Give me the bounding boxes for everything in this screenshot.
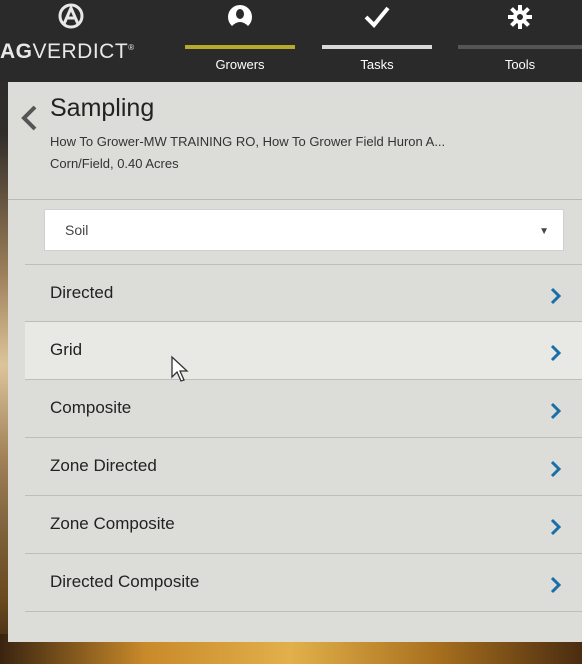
checkmark-icon — [364, 6, 390, 28]
sample-type-select[interactable]: Soil ▼ — [44, 209, 564, 251]
list-item-label: Zone Composite — [50, 514, 175, 533]
sampling-method-list: Directed Grid Composite Zone Directed Zo… — [25, 264, 582, 612]
sample-type-select-wrap: Soil ▼ — [8, 201, 582, 263]
tab-growers[interactable]: Growers — [185, 0, 295, 82]
chevron-right-icon — [550, 576, 562, 594]
logo-mark-icon — [58, 3, 84, 29]
list-item-zone-composite[interactable]: Zone Composite — [25, 496, 582, 554]
chevron-right-icon — [550, 518, 562, 536]
tab-tasks-label: Tasks — [360, 57, 394, 72]
list-item-zone-directed[interactable]: Zone Directed — [25, 438, 582, 496]
gear-icon — [508, 5, 532, 29]
list-item-grid[interactable]: Grid — [25, 322, 582, 380]
list-item-label: Directed Composite — [50, 572, 200, 591]
tab-tools-indicator — [458, 45, 582, 49]
list-item-directed-composite[interactable]: Directed Composite — [25, 554, 582, 612]
list-item-label: Directed — [50, 283, 114, 302]
tab-tasks[interactable]: Tasks — [322, 0, 432, 82]
logo-text: AGVERDICT® — [0, 40, 135, 63]
sample-type-value: Soil — [65, 222, 89, 238]
tab-tools[interactable]: Tools — [458, 0, 582, 82]
chevron-right-icon — [550, 287, 562, 305]
list-item-label: Composite — [50, 398, 132, 417]
chevron-right-icon — [550, 402, 562, 420]
tab-tools-label: Tools — [504, 57, 536, 72]
list-item-directed[interactable]: Directed — [25, 264, 582, 322]
list-item-label: Zone Directed — [50, 456, 157, 475]
agverdict-logo[interactable]: AGVERDICT® — [0, 0, 168, 82]
chevron-right-icon — [550, 344, 562, 362]
caret-down-icon: ▼ — [539, 226, 549, 237]
tab-tasks-indicator — [322, 45, 432, 49]
grower-field-subtitle: How To Grower-MW TRAINING RO, How To Gro… — [50, 134, 446, 149]
person-icon — [228, 5, 252, 29]
page-title: Sampling — [50, 94, 155, 122]
sampling-panel: Sampling How To Grower-MW TRAINING RO, H… — [8, 82, 582, 642]
top-navigation: AGVERDICT® Growers Tasks Tools — [0, 0, 582, 82]
tab-growers-label: Growers — [215, 57, 265, 72]
back-chevron-icon[interactable] — [18, 104, 40, 132]
list-item-label: Grid — [50, 340, 83, 359]
crop-acres-subtitle: Corn/Field, 0.40 Acres — [50, 156, 179, 171]
panel-header: Sampling How To Grower-MW TRAINING RO, H… — [8, 82, 582, 200]
tab-growers-indicator — [185, 45, 295, 49]
list-item-composite[interactable]: Composite — [25, 380, 582, 438]
mouse-cursor-icon — [171, 355, 189, 382]
chevron-right-icon — [550, 460, 562, 478]
